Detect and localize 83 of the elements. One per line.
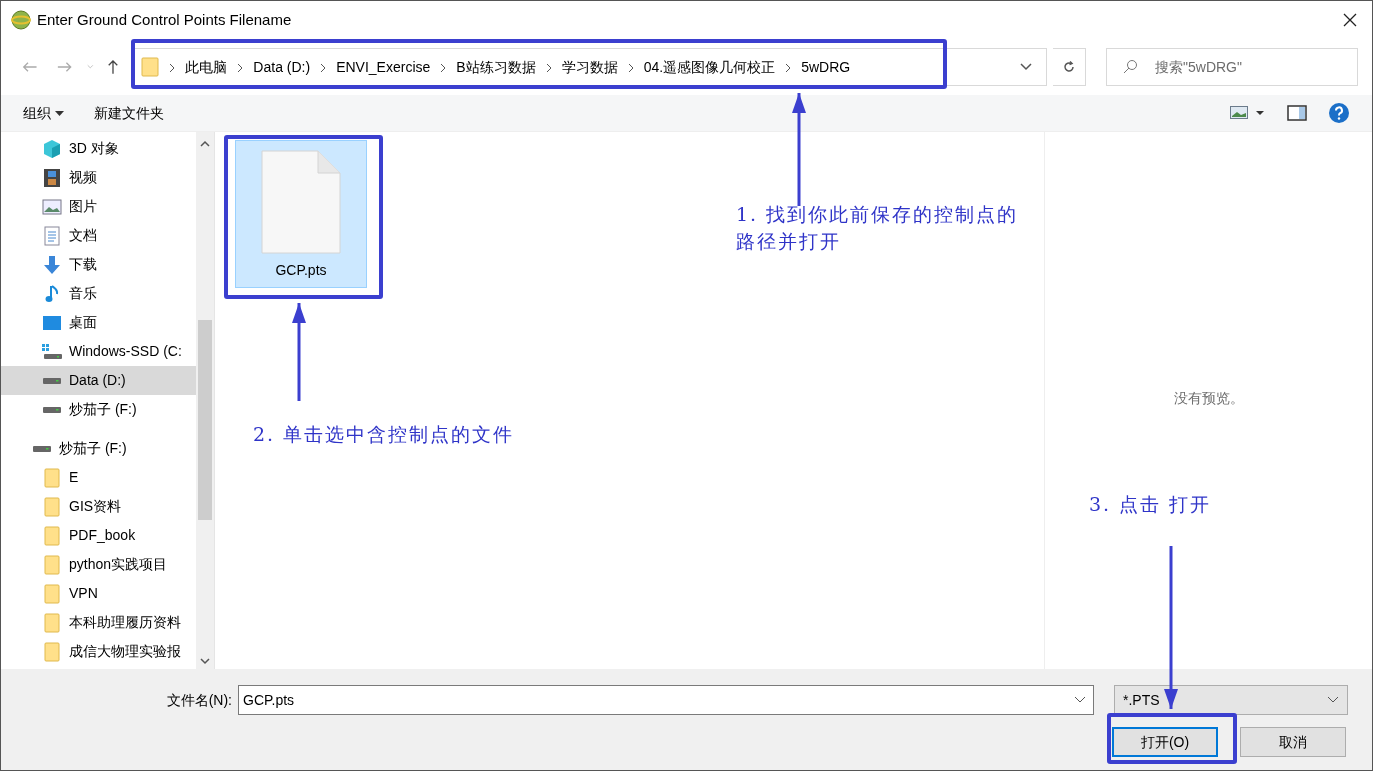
music-note-icon	[44, 283, 60, 304]
annotation-text: 3. 点击 打开	[1089, 492, 1212, 517]
drive-icon	[42, 376, 62, 385]
sidebar-item[interactable]: 桌面	[1, 308, 196, 337]
download-icon	[42, 254, 62, 275]
address-bar[interactable]: 此电脑 Data (D:) ENVI_Exercise B站练习数据 学习数据 04.遥感图像几何校正 5wDRG	[132, 48, 1048, 86]
sidebar-item[interactable]: 视频	[1, 163, 196, 192]
refresh-button[interactable]	[1053, 48, 1086, 86]
sidebar-item[interactable]: Data (D:)	[1, 366, 196, 395]
sidebar-item[interactable]: 炒茄子 (F:)	[1, 395, 196, 424]
scroll-down-icon[interactable]	[200, 657, 210, 665]
up-arrow-icon[interactable]	[107, 58, 120, 76]
view-icon[interactable]	[1230, 106, 1266, 120]
close-icon[interactable]	[1342, 12, 1358, 28]
film-icon	[43, 167, 61, 188]
chevron-icon[interactable]	[1074, 696, 1086, 704]
document-icon	[44, 225, 60, 246]
folder-icon	[141, 57, 160, 77]
caret-icon	[54, 110, 64, 117]
breadcrumb-item[interactable]: Data (D:)	[253, 56, 311, 78]
drive-icon	[42, 343, 62, 360]
search-icon	[1122, 59, 1138, 75]
sidebar-item[interactable]: E	[1, 463, 196, 492]
folder-icon	[44, 612, 60, 633]
folder-icon	[44, 496, 60, 517]
chevron-right-icon	[545, 62, 552, 73]
app-icon	[11, 10, 31, 30]
cancel-button[interactable]: 取消	[1240, 727, 1346, 757]
search-field[interactable]: 搜索"5wDRG"	[1106, 48, 1358, 86]
breadcrumb-item[interactable]: B站练习数据	[456, 56, 536, 78]
chevron-right-icon	[169, 62, 176, 73]
file-type-dropdown[interactable]: *.PTS	[1114, 685, 1348, 715]
annotation-text: 1. 找到你此前保存的控制点的路径并打开	[736, 202, 1020, 254]
file-item[interactable]: GCP.pts	[235, 140, 367, 288]
cube-icon	[42, 138, 62, 159]
no-preview-text: 没有预览。	[1173, 389, 1244, 408]
drive-icon	[32, 444, 52, 453]
sidebar-item[interactable]: 炒茄子 (F:)	[1, 434, 196, 463]
file-icon	[260, 149, 342, 255]
sidebar-item[interactable]: PDF_book	[1, 521, 196, 550]
chevron-icon[interactable]	[1020, 63, 1033, 71]
open-button[interactable]: 打开(O)	[1112, 727, 1218, 757]
new-folder-button[interactable]: 新建文件夹	[93, 102, 164, 124]
chevron-right-icon	[320, 62, 327, 73]
sidebar-item[interactable]: 成信大物理实验报	[1, 637, 196, 666]
window-title: Enter Ground Control Points Filename	[37, 9, 292, 30]
scroll-up-icon[interactable]	[200, 140, 210, 148]
chevron-right-icon	[440, 62, 447, 73]
scrollbar-thumb[interactable]	[198, 320, 212, 520]
organize-menu[interactable]: 组织	[23, 102, 64, 124]
filename-field[interactable]: GCP.pts	[238, 685, 1094, 715]
breadcrumb-item[interactable]: 此电脑	[185, 56, 228, 78]
breadcrumb-item[interactable]: ENVI_Exercise	[336, 56, 431, 78]
folder-icon	[44, 467, 60, 488]
chevron-right-icon	[237, 62, 244, 73]
desktop-icon	[42, 314, 62, 331]
drive-icon	[42, 405, 62, 414]
filename-label: 文件名(N):	[166, 690, 232, 710]
folder-icon	[44, 554, 60, 575]
folder-icon	[44, 525, 60, 546]
sidebar-item[interactable]: python实践项目	[1, 550, 196, 579]
sidebar-item[interactable]: 本科助理履历资料	[1, 608, 196, 637]
sidebar-item[interactable]: 图片	[1, 192, 196, 221]
sidebar-item[interactable]: 下载	[1, 250, 196, 279]
breadcrumb-item[interactable]: 学习数据	[561, 56, 618, 78]
chevron-right-icon	[785, 62, 792, 73]
sidebar-item[interactable]: Windows-SSD (C:	[1, 337, 196, 366]
sidebar-item[interactable]: 文档	[1, 221, 196, 250]
breadcrumb-item[interactable]: 04.遥感图像几何校正	[643, 56, 776, 78]
sidebar-item[interactable]: GIS资料	[1, 492, 196, 521]
sidebar-item[interactable]: 3D 对象	[1, 134, 196, 163]
chevron-right-icon	[627, 62, 634, 73]
sidebar-item[interactable]: 音乐	[1, 279, 196, 308]
folder-icon	[44, 641, 60, 662]
preview-pane-icon[interactable]	[1287, 105, 1307, 121]
refresh-icon	[1062, 60, 1077, 74]
folder-icon	[44, 583, 60, 604]
breadcrumb-item[interactable]: 5wDRG	[801, 56, 851, 78]
annotation-text: 2. 单击选中含控制点的文件	[253, 422, 515, 447]
image-icon	[42, 198, 62, 215]
sidebar-item[interactable]: VPN	[1, 579, 196, 608]
help-icon[interactable]	[1328, 102, 1350, 124]
chevron-icon	[1327, 696, 1339, 704]
